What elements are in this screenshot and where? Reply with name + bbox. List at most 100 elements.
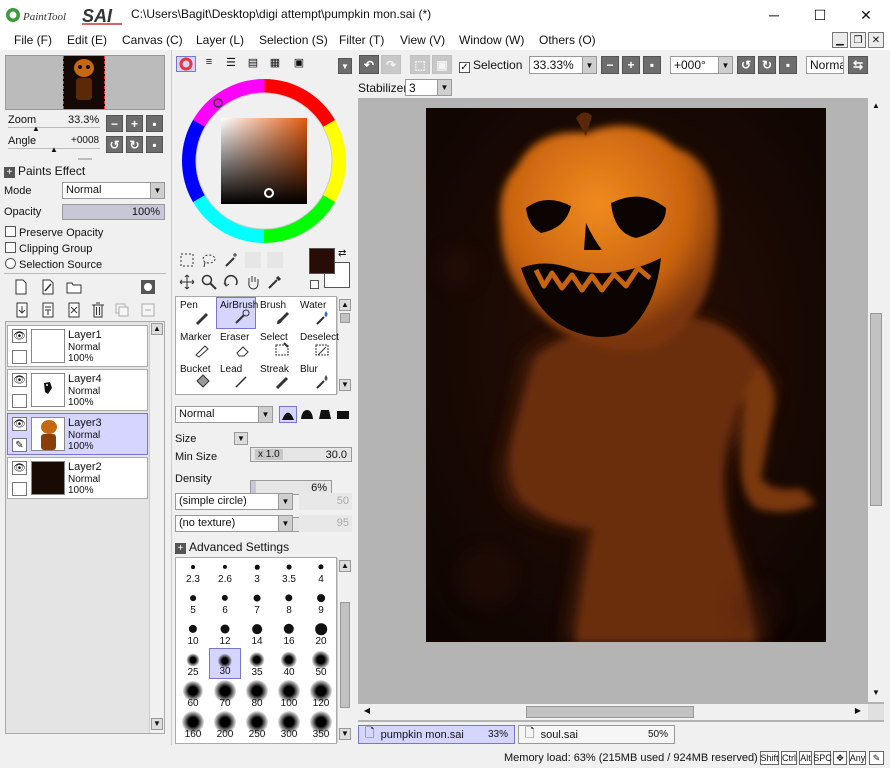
scroll-down-button[interactable]: ▼ [151,718,163,730]
menu-view[interactable]: View (V) [400,33,445,47]
mdi-minimize-button[interactable]: ▁ [832,32,848,48]
brush-size-scrollbar[interactable]: ▲ ▼ [337,558,352,743]
brush-size-300[interactable]: 300 [273,710,305,741]
layer-item-layer2[interactable]: 👁 Layer2 Normal 100% [7,457,148,499]
layer-item-layer4[interactable]: 👁 Layer4 Normal 100% [7,369,148,411]
swatches-tab[interactable]: ▦ [266,56,284,72]
brush-size-35[interactable]: 35 [241,648,273,679]
canvas-blend-mode[interactable]: Normal [806,56,844,74]
brush-size-50[interactable]: 50 [305,648,336,679]
brush-texture-strength[interactable]: 95 [299,515,352,532]
brush-size-100[interactable]: 100 [273,679,305,710]
scroll-up-button[interactable]: ▲ [870,101,882,113]
brush-shape-3-icon[interactable] [317,406,335,423]
menu-selection[interactable]: Selection (S) [259,33,328,47]
rect-select-icon[interactable] [179,252,195,268]
copy-layer-icon[interactable] [114,302,130,318]
nav-zoom-slider-handle[interactable]: ▲ [32,124,40,133]
brush-size-10[interactable]: 10 [177,617,209,648]
brush-size-40[interactable]: 40 [273,648,305,679]
layer-select-box[interactable] [12,350,27,364]
rotate-right-button[interactable]: ↻ [126,136,143,153]
selection-toggle[interactable]: ✓ Selection [459,58,522,73]
maximize-button[interactable]: ☐ [797,0,843,30]
nav-zoom-slider[interactable] [8,127,100,128]
new-folder-icon[interactable] [66,279,82,295]
menu-file[interactable]: File (F) [14,33,52,47]
intermediate-color-tab[interactable]: ▤ [244,56,262,72]
canvas-rotate-reset-button[interactable]: ▪ [779,56,797,74]
document-tab-soul[interactable]: 🗋 soul.sai 50% [518,725,675,744]
tool-blur[interactable]: Blur [296,361,336,393]
zoom-in-button[interactable]: + [126,115,143,132]
brush-size-70[interactable]: 70 [209,679,241,710]
brush-shape-2-icon[interactable] [299,406,317,423]
scroll-up-button[interactable]: ▲ [339,560,351,572]
transfer-down-icon[interactable] [14,302,30,318]
clipping-group-checkbox[interactable]: Clipping Group [5,242,92,255]
hand-icon[interactable] [245,274,261,290]
tool-marker[interactable]: Marker [176,329,216,361]
tool-grid-scrollbar[interactable]: ▲ ▼ [337,297,352,394]
eye-icon[interactable]: 👁 [12,373,27,387]
tool-brush[interactable]: Brush [256,297,296,329]
merge-visible-icon[interactable] [140,302,156,318]
drawing-canvas[interactable] [426,108,826,642]
layer-mask-icon[interactable] [140,279,156,295]
selection-source-radio[interactable]: Selection Source [5,258,102,271]
layer-opacity-slider[interactable]: 100% [62,204,165,220]
layer-mode-select[interactable]: Normal ▼ [62,182,165,199]
brush-size-2.3[interactable]: 2.3 [177,558,209,586]
move-icon[interactable] [179,274,195,290]
brush-texture-select[interactable]: (no texture) ▼ [175,515,293,532]
scroll-thumb[interactable] [340,313,350,323]
tool-streak[interactable]: Streak [256,361,296,393]
brush-shape-strength[interactable]: 50 [299,493,352,510]
brush-shape-4-icon[interactable] [335,406,353,423]
close-button[interactable]: ✕ [843,0,889,30]
brush-size-2.6[interactable]: 2.6 [209,558,241,586]
brush-size-30[interactable]: 30 [209,648,241,679]
canvas-zoom-in-button[interactable]: + [622,56,640,74]
brush-size-350[interactable]: 350 [305,710,336,741]
scroll-thumb[interactable] [870,313,882,506]
scroll-up-button[interactable]: ▲ [151,323,163,335]
menu-window[interactable]: Window (W) [459,33,524,47]
brush-size-250[interactable]: 250 [241,710,273,741]
brush-shape-1-icon[interactable] [279,406,297,423]
canvas-zoom-reset-button[interactable]: ▪ [643,56,661,74]
eye-icon[interactable]: 👁 [12,461,27,475]
brush-size-80[interactable]: 80 [241,679,273,710]
menu-others[interactable]: Others (O) [539,33,596,47]
brush-blend-mode-select[interactable]: Normal ▼ [175,406,273,423]
brush-size-6[interactable]: 6 [209,586,241,617]
tool-deselect[interactable]: Deselect [296,329,339,361]
flip-canvas-button[interactable]: ⇆ [848,56,868,74]
brush-size-160[interactable]: 160 [177,710,209,741]
rotate-reset-button[interactable]: ▪ [146,136,163,153]
canvas-rotation-select[interactable]: +000° ▼ [670,56,733,74]
new-linework-layer-icon[interactable] [40,279,56,295]
tool-airbrush[interactable]: AirBrush [216,297,258,329]
brush-size-12[interactable]: 12 [209,617,241,648]
navigator-preview[interactable] [5,55,165,110]
tool-pen[interactable]: Pen [176,297,216,329]
tool-bucket[interactable]: Bucket [176,361,216,393]
brush-size-8[interactable]: 8 [273,586,305,617]
menu-layer[interactable]: Layer (L) [196,33,244,47]
brush-size-9[interactable]: 9 [305,586,336,617]
eyedropper-icon[interactable] [267,274,283,290]
brush-size-25[interactable]: 25 [177,648,209,679]
magic-wand-icon[interactable] [223,252,239,268]
brush-size-60[interactable]: 60 [177,679,209,710]
tool-select[interactable]: Select [256,329,296,361]
mdi-restore-button[interactable]: ❐ [850,32,866,48]
zoom-icon[interactable] [201,274,217,290]
rgb-slider-tab[interactable]: ≡ [200,56,218,72]
primary-color-swatch[interactable] [309,248,335,274]
brush-size-7[interactable]: 7 [241,586,273,617]
canvas-zoom-select[interactable]: 33.33% ▼ [529,56,597,74]
panel-collapse-button[interactable]: ▼ [338,58,352,74]
tool-eraser[interactable]: Eraser [216,329,256,361]
brush-shape-select[interactable]: (simple circle) ▼ [175,493,293,510]
